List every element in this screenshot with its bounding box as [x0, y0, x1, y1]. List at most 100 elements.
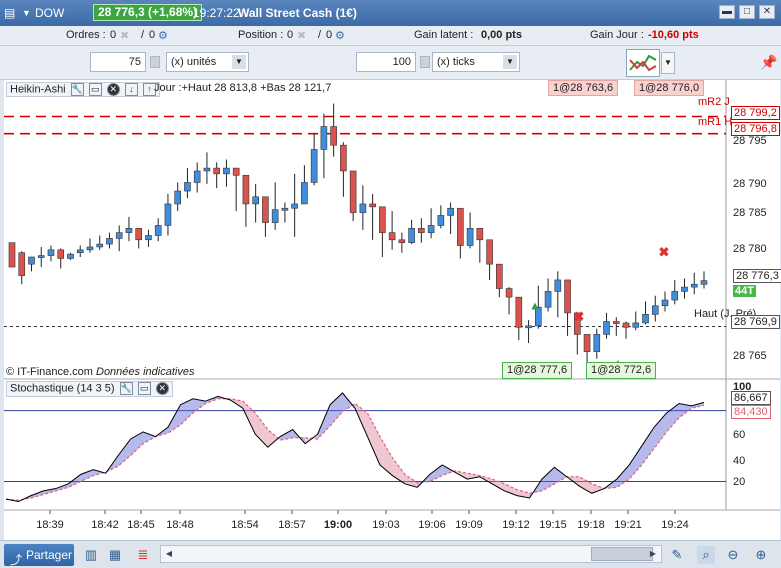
- candle-body: [603, 321, 610, 335]
- title-bar: ▤ ▼ DOW 28 776,3 (+1,68%) 19:27:22 Wall …: [0, 0, 781, 26]
- time-label: 19:06: [418, 519, 446, 531]
- executed-order-tag[interactable]: 1@28 777,6: [502, 362, 573, 379]
- close-icon[interactable]: ✕: [155, 382, 169, 395]
- executed-order-tag[interactable]: 1@28 772,6: [586, 362, 657, 379]
- candle-body: [291, 203, 298, 209]
- price-level: 28 785: [733, 207, 767, 219]
- stochastic-title: Stochastique (14 3 5): [10, 382, 115, 395]
- ticks-input[interactable]: 100: [356, 52, 416, 72]
- candle-body: [184, 182, 191, 192]
- candle-body: [125, 228, 133, 233]
- stoch-fill: [641, 427, 655, 465]
- ticks-spinner-icon[interactable]: [420, 56, 430, 68]
- candle-body: [37, 255, 45, 258]
- draw-tool-icon[interactable]: ✎: [668, 546, 686, 564]
- candle-body: [554, 279, 562, 292]
- time-label: 18:45: [127, 519, 155, 531]
- stoch-fill: [579, 476, 592, 494]
- quantity-spinner-icon[interactable]: [150, 56, 160, 68]
- time-label: 18:48: [166, 519, 194, 531]
- candle-body: [632, 322, 640, 328]
- price-level: 28 795: [733, 135, 767, 147]
- candle-body: [86, 246, 94, 251]
- price-level: 28 765: [733, 350, 767, 362]
- candle-body: [330, 126, 337, 146]
- candle-body: [622, 322, 630, 328]
- maximize-button[interactable]: □: [739, 5, 755, 19]
- window-icon[interactable]: ▭: [137, 382, 151, 395]
- clock: 19:27:22: [193, 6, 240, 20]
- tick-count-badge: 44T: [733, 285, 756, 297]
- app-icon[interactable]: ▤: [4, 6, 15, 20]
- stoch-fill: [541, 467, 555, 491]
- zoom-select-icon[interactable]: ⌕: [697, 546, 715, 564]
- position-settings-icon[interactable]: ⚙: [335, 29, 345, 42]
- orders-settings-icon[interactable]: ⚙: [158, 29, 168, 42]
- arrow-down-icon[interactable]: ↓: [124, 83, 138, 96]
- position-value: 0: [287, 29, 294, 41]
- chart-canvas[interactable]: ✖✖▲▲ 18:3918:4218:4518:4818:5418:5719:00…: [4, 80, 780, 540]
- candle-body: [47, 249, 55, 256]
- minimize-button[interactable]: ▬: [719, 5, 735, 19]
- quantity-unit-select[interactable]: (x) unités ▼: [166, 52, 249, 72]
- candle-body: [642, 314, 649, 324]
- scroll-right-icon[interactable]: ▶: [646, 547, 660, 561]
- stoch-k-value: 86,667: [731, 391, 771, 405]
- scroll-thumb[interactable]: [591, 547, 653, 561]
- candle-body: [661, 299, 669, 307]
- stoch-fill: [367, 412, 380, 465]
- ticks-unit-select[interactable]: (x) ticks ▼: [432, 52, 520, 72]
- chart-type-button[interactable]: [626, 49, 660, 77]
- sell-order-tag[interactable]: 1@28 776,0: [634, 80, 705, 96]
- orderbook-icon[interactable]: ≣: [134, 546, 152, 564]
- candles-icon[interactable]: ▥: [82, 546, 100, 564]
- collapse-arrow-icon[interactable]: ▼: [22, 8, 31, 18]
- buy-order-tag[interactable]: 1@28 763,6: [548, 80, 619, 96]
- chart-scrollbar[interactable]: ◀ ▶: [160, 545, 662, 563]
- candle-body: [681, 286, 688, 292]
- cancel-marker-icon: ✖: [574, 309, 585, 324]
- share-button[interactable]: ⤴ Partager: [4, 544, 74, 567]
- trading-window: ▤ ▼ DOW 28 776,3 (+1,68%) 19:27:22 Wall …: [0, 0, 781, 568]
- wrench-icon[interactable]: 🔧: [119, 382, 133, 395]
- chart-panel[interactable]: ✖✖▲▲ 18:3918:4218:4518:4818:5418:5719:00…: [4, 80, 781, 540]
- candle-body: [57, 249, 65, 259]
- time-label: 19:00: [324, 519, 352, 531]
- quantity-input[interactable]: 75: [90, 52, 146, 72]
- candle-body: [690, 283, 698, 288]
- candle-body: [476, 228, 484, 241]
- prev-high-value: 28 769,9: [731, 315, 780, 329]
- candle-body: [135, 228, 143, 241]
- time-label: 18:54: [231, 519, 259, 531]
- window-icon[interactable]: ▭: [88, 83, 102, 96]
- buy-arrow-icon: ▲: [529, 299, 541, 313]
- candle-body: [232, 167, 240, 176]
- candle-body: [515, 296, 523, 328]
- candle-body: [369, 203, 376, 208]
- chart-type-dropdown-icon[interactable]: ▼: [661, 52, 675, 74]
- orders-sep: /: [141, 29, 145, 41]
- orders-value-2: 0: [149, 29, 156, 41]
- position-label: Position :: [238, 29, 284, 41]
- close-icon[interactable]: ✕: [106, 83, 120, 96]
- cancel-orders-icon[interactable]: ✖: [120, 29, 129, 42]
- position-sep: /: [318, 29, 322, 41]
- candle-body: [583, 334, 591, 352]
- candle-body: [320, 126, 328, 150]
- stoch-fill: [143, 431, 156, 444]
- grid-icon[interactable]: ▦: [106, 546, 124, 564]
- candle-body: [262, 196, 269, 223]
- zoom-in-icon[interactable]: ⊕: [752, 546, 770, 564]
- close-position-icon[interactable]: ✖: [297, 29, 306, 42]
- window-buttons: ▬ □ ✕: [719, 5, 775, 19]
- last-price-tag: 28 776,3: [733, 269, 781, 283]
- pin-icon[interactable]: 📌: [760, 54, 777, 71]
- scroll-left-icon[interactable]: ◀: [162, 547, 176, 561]
- close-button[interactable]: ✕: [759, 5, 775, 19]
- zoom-out-icon[interactable]: ⊖: [724, 546, 742, 564]
- latent-gain-value: 0,00 pts: [481, 29, 522, 41]
- cancel-marker-icon: ✖: [659, 245, 670, 260]
- stoch-k-line: [5, 392, 705, 503]
- orders-value: 0: [110, 29, 117, 41]
- wrench-icon[interactable]: 🔧: [70, 83, 84, 96]
